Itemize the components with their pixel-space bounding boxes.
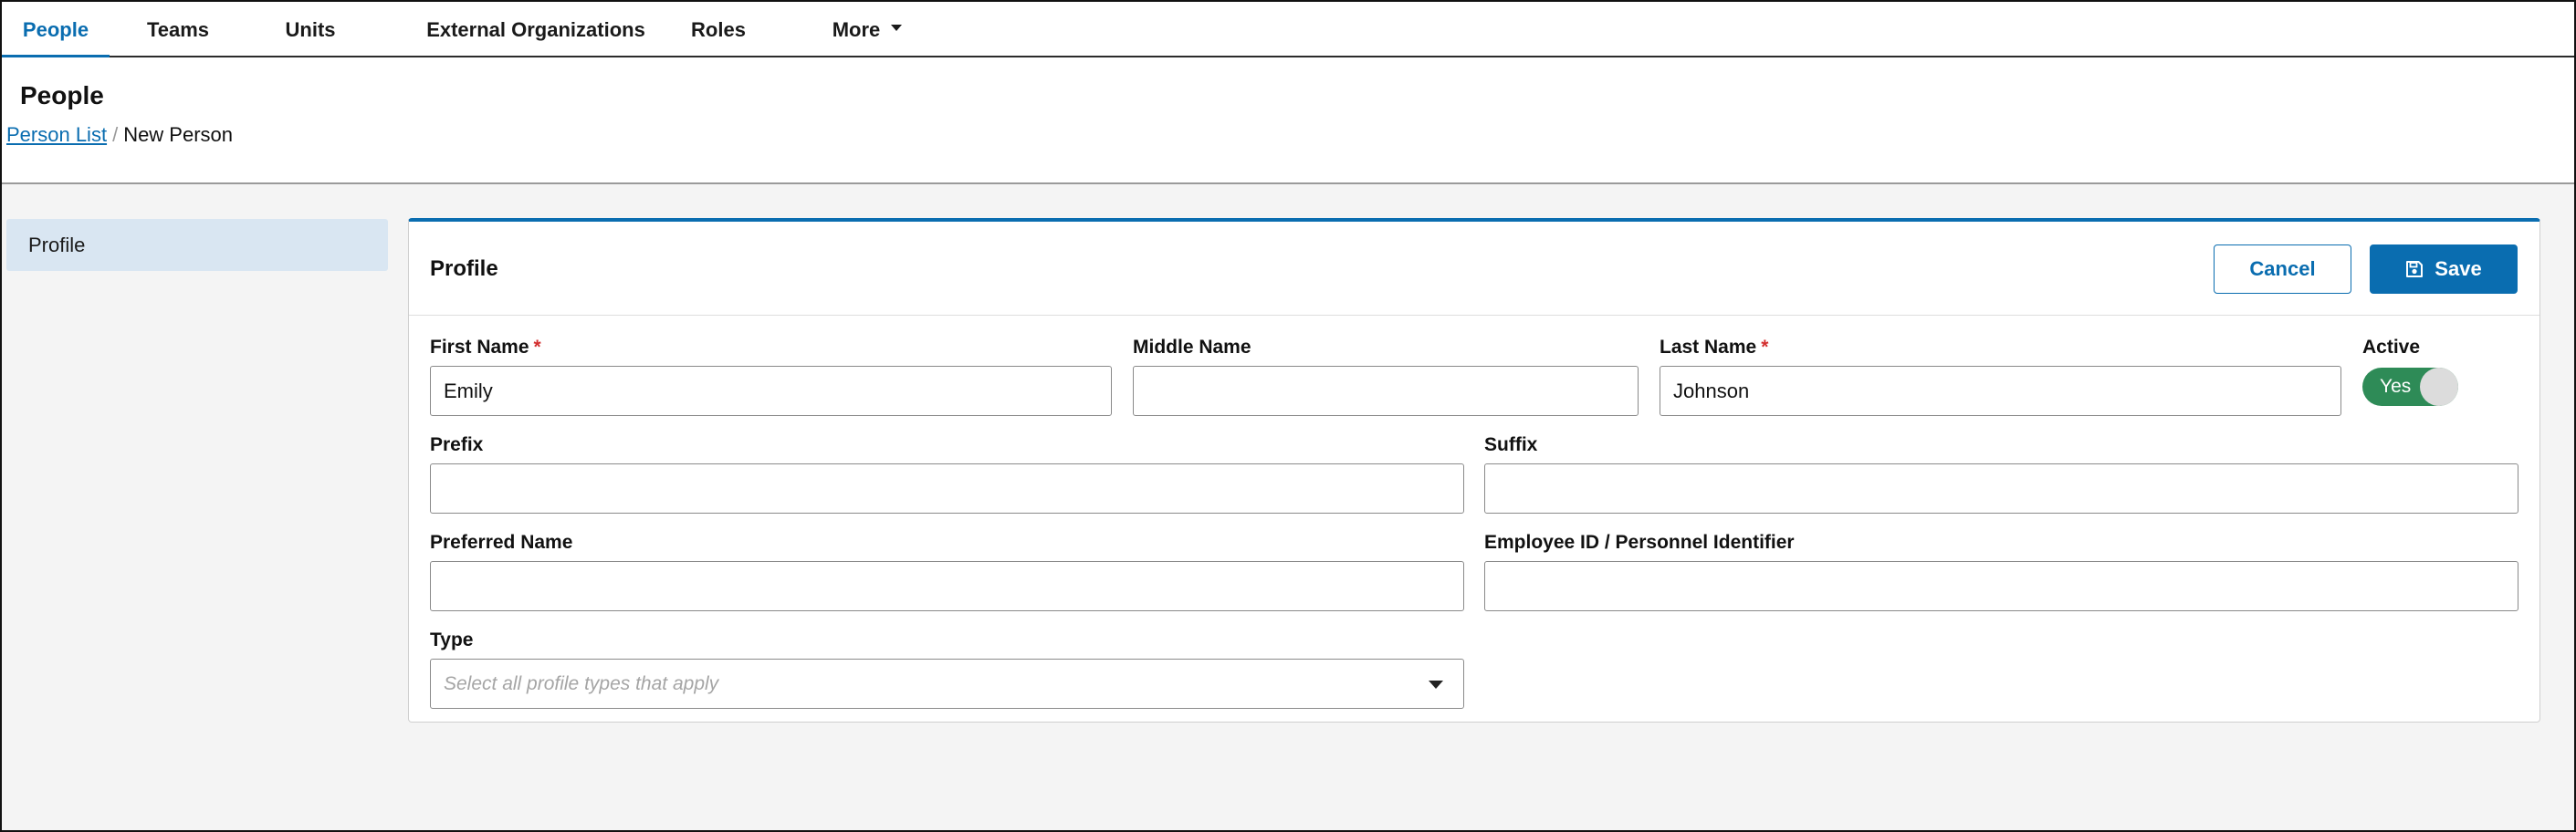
tab-label: Teams (146, 17, 210, 41)
middle-name-label: Middle Name (1133, 337, 1251, 358)
first-name-label-text: First Name (430, 337, 529, 358)
last-name-field-group: Last Name * Johnson (1660, 337, 2341, 419)
panel-title: Profile (430, 256, 498, 281)
last-name-input[interactable]: Johnson (1660, 366, 2341, 416)
type-label: Type (430, 629, 474, 650)
panel-header: Profile Cancel Save (409, 222, 2539, 316)
employee-id-label: Employee ID / Personnel Identifier (1484, 532, 1795, 553)
breadcrumb-person-list-link[interactable]: Person List (6, 123, 107, 147)
first-name-value: Emily (444, 379, 493, 402)
preferred-name-field-group: Preferred Name (430, 532, 1464, 614)
breadcrumb: Person List / New Person (6, 123, 233, 147)
first-name-input[interactable]: Emily (430, 366, 1112, 416)
top-nav: People Teams Units External Organization… (2, 2, 2574, 59)
tab-roles[interactable]: Roles (686, 2, 750, 57)
first-name-label: First Name * (430, 337, 541, 359)
save-button-label: Save (2435, 257, 2482, 280)
preferred-name-label: Preferred Name (430, 532, 573, 553)
active-toggle-text: Yes (2380, 376, 2412, 397)
breadcrumb-separator: / (112, 123, 119, 146)
active-label: Active (2362, 337, 2421, 358)
tab-units[interactable]: Units (276, 2, 345, 57)
suffix-label: Suffix (1484, 434, 1538, 455)
caret-down-icon (891, 25, 903, 31)
type-placeholder: Select all profile types that apply (444, 672, 719, 694)
active-toggle[interactable]: Yes (2362, 368, 2458, 406)
cancel-button-label: Cancel (2249, 257, 2316, 280)
profile-panel: Profile Cancel Save First Name * Emily M… (408, 218, 2540, 723)
tab-label: Units (285, 17, 336, 41)
suffix-input[interactable] (1484, 463, 2518, 514)
tab-teams[interactable]: Teams (137, 2, 219, 57)
middle-name-input[interactable] (1133, 366, 1639, 416)
first-name-field-group: First Name * Emily (430, 337, 1112, 419)
last-name-label: Last Name * (1660, 337, 1768, 359)
type-field-group: Type Select all profile types that apply (430, 629, 1464, 712)
sidebar-item-profile[interactable]: Profile (6, 219, 388, 271)
employee-id-field-group: Employee ID / Personnel Identifier (1484, 532, 2518, 614)
tab-label: People (22, 17, 89, 41)
tab-external-organizations[interactable]: External Organizations (408, 2, 664, 57)
prefix-field-group: Prefix (430, 434, 1464, 516)
page-title: People (20, 81, 104, 109)
employee-id-input[interactable] (1484, 561, 2518, 611)
caret-down-icon (1429, 680, 1443, 689)
app-window: People Teams Units External Organization… (0, 0, 2576, 832)
tab-label: Roles (691, 17, 746, 41)
suffix-field-group: Suffix (1484, 434, 2518, 516)
prefix-input[interactable] (430, 463, 1464, 514)
save-button[interactable]: Save (2370, 244, 2518, 294)
breadcrumb-current: New Person (123, 123, 234, 146)
tab-people[interactable]: People (2, 2, 110, 59)
tab-more[interactable]: More (822, 2, 913, 57)
required-marker: * (533, 337, 541, 358)
tab-label: More (832, 17, 881, 41)
sidebar-item-label: Profile (28, 233, 86, 256)
tab-label: External Organizations (426, 17, 645, 41)
active-field-group: Active Yes (2362, 337, 2508, 419)
last-name-label-text: Last Name (1660, 337, 1757, 358)
floppy-disk-icon (2406, 261, 2424, 277)
required-marker: * (1761, 337, 1769, 358)
last-name-value: Johnson (1673, 379, 1750, 402)
middle-name-field-group: Middle Name (1133, 337, 1639, 419)
type-select[interactable]: Select all profile types that apply (430, 659, 1464, 709)
toggle-knob (2420, 368, 2458, 406)
page-header: People Person List / New Person (2, 57, 2574, 184)
cancel-button[interactable]: Cancel (2214, 244, 2351, 294)
prefix-label: Prefix (430, 434, 484, 455)
preferred-name-input[interactable] (430, 561, 1464, 611)
